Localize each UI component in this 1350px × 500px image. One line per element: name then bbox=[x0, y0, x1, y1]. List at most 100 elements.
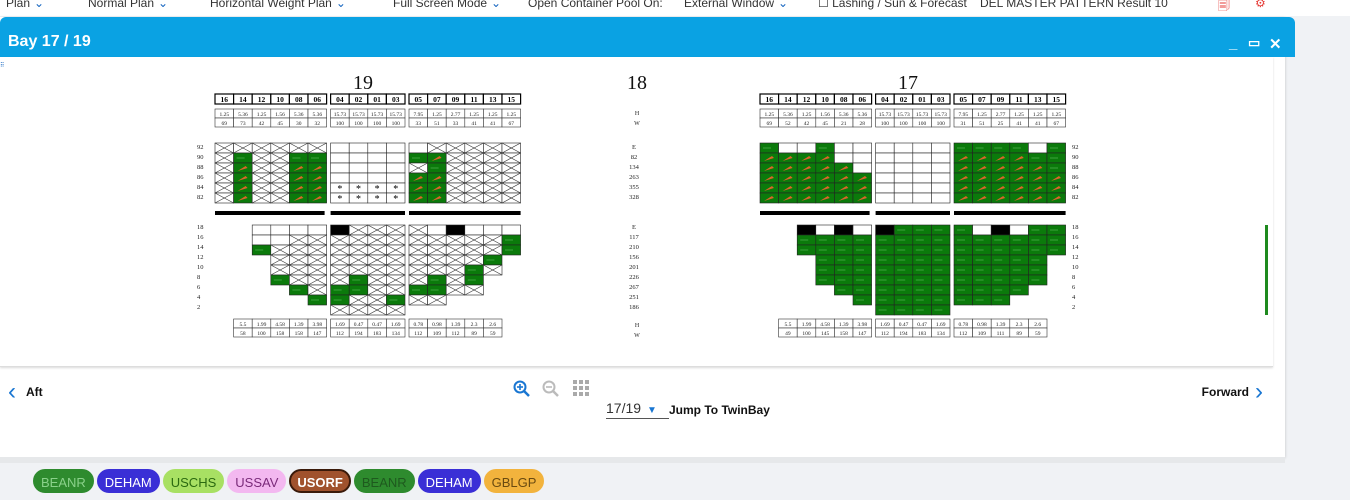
weight-plan-dropdown[interactable]: Horizontal Weight Plan ⌄ bbox=[210, 0, 346, 10]
slot-star: * bbox=[393, 194, 398, 205]
container-slot bbox=[367, 172, 387, 184]
container-slot bbox=[931, 182, 951, 194]
row-number: 12 bbox=[803, 95, 811, 104]
bottom-value: 5.5 bbox=[784, 322, 791, 328]
container-slot bbox=[348, 152, 369, 164]
container-slot bbox=[990, 224, 1011, 236]
row-number: 13 bbox=[489, 95, 497, 104]
row-number: 14 bbox=[239, 95, 247, 104]
tier-label: 84 bbox=[1072, 184, 1079, 191]
port-chip-usorf[interactable]: USORF bbox=[289, 469, 351, 493]
restore-icon[interactable]: ▭ bbox=[1248, 35, 1260, 51]
tier-label: 4 bbox=[197, 294, 201, 301]
hold-center-value: 267 bbox=[629, 284, 640, 291]
drag-handle-icon[interactable]: ⠿ bbox=[0, 62, 4, 69]
container-slot bbox=[270, 224, 290, 236]
jump-to-twinbay-button[interactable]: Jump To TwinBay bbox=[669, 403, 770, 417]
chevron-down-icon: ⌄ bbox=[491, 0, 502, 10]
row-value: 7.95 bbox=[958, 112, 968, 118]
deck-center-value: E bbox=[632, 144, 636, 151]
port-chip-gblgp[interactable]: GBLGP bbox=[483, 469, 545, 493]
tier-label: 84 bbox=[197, 184, 204, 191]
row-number: 01 bbox=[373, 95, 381, 104]
container-slot bbox=[251, 234, 272, 246]
port-chip-beanr[interactable]: BEANR bbox=[33, 469, 94, 493]
container-slot bbox=[875, 182, 895, 194]
row-value: 15.73 bbox=[935, 112, 948, 118]
row-value: 5.36 bbox=[312, 112, 322, 118]
row-count: 31 bbox=[961, 121, 967, 127]
bottom-value: 4.58 bbox=[820, 322, 830, 328]
bottom-value: 5.5 bbox=[239, 322, 246, 328]
row-value: 5.36 bbox=[857, 112, 867, 118]
settings-gear-icon[interactable]: ⚙ bbox=[1255, 0, 1266, 10]
slot-star: * bbox=[356, 194, 361, 205]
row-number: 05 bbox=[415, 95, 423, 104]
row-count: 69 bbox=[767, 121, 773, 127]
external-window-dropdown[interactable]: External Window ⌄ bbox=[684, 0, 788, 10]
forward-button[interactable]: Forward › bbox=[1202, 380, 1263, 404]
container-slot bbox=[834, 152, 854, 164]
hw-label: H bbox=[635, 323, 640, 329]
bottom-count: 158 bbox=[840, 331, 849, 337]
bottom-count: 59 bbox=[1035, 331, 1041, 337]
plan-dropdown[interactable]: Plan ⌄ bbox=[6, 0, 44, 10]
container-slot bbox=[834, 224, 854, 236]
hatch-cover bbox=[409, 211, 521, 215]
minimize-icon[interactable]: _ bbox=[1229, 35, 1237, 52]
grid-icon[interactable] bbox=[573, 380, 589, 401]
container-slot bbox=[348, 142, 369, 154]
bay-number-label: 19 bbox=[353, 72, 373, 94]
tier-label: 10 bbox=[1072, 264, 1079, 271]
row-value: 1.25 bbox=[506, 112, 516, 118]
delete-icon[interactable]: 🗐 bbox=[1218, 0, 1230, 16]
row-value: 5.36 bbox=[294, 112, 304, 118]
row-number: 03 bbox=[937, 95, 945, 104]
aft-label: Aft bbox=[26, 385, 43, 399]
row-value: 2.77 bbox=[451, 112, 461, 118]
row-number: 12 bbox=[258, 95, 266, 104]
bottom-value: 2.3 bbox=[471, 322, 478, 328]
container-slot bbox=[852, 142, 872, 154]
port-chip-ussav[interactable]: USSAV bbox=[227, 469, 287, 493]
port-legend: BEANR DEHAM USCHS USSAV USORF BEANR DEHAM GBLGP bbox=[33, 469, 545, 493]
container-slot bbox=[875, 192, 895, 204]
row-number: 07 bbox=[978, 95, 986, 104]
row-count: 51 bbox=[434, 121, 440, 127]
close-icon[interactable]: ✕ bbox=[1269, 35, 1282, 53]
row-count: 21 bbox=[841, 121, 847, 127]
row-count: 73 bbox=[240, 121, 246, 127]
zoom-in-icon[interactable] bbox=[513, 380, 531, 403]
container-slot bbox=[893, 152, 914, 164]
tier-label: 12 bbox=[197, 254, 204, 261]
normal-plan-dropdown[interactable]: Normal Plan ⌄ bbox=[88, 0, 168, 10]
bottom-value: 1.69 bbox=[880, 322, 890, 328]
row-number: 10 bbox=[276, 95, 284, 104]
container-slot bbox=[1009, 224, 1029, 236]
bottom-value: 1.69 bbox=[391, 322, 401, 328]
container-slot bbox=[483, 224, 503, 236]
bay-select-dropdown[interactable]: 17/19 ▼ bbox=[606, 400, 669, 419]
container-slot bbox=[893, 182, 914, 194]
container-slot bbox=[815, 224, 835, 236]
container-slot bbox=[386, 152, 406, 164]
row-value: 1.25 bbox=[469, 112, 479, 118]
zoom-out-icon[interactable] bbox=[542, 380, 560, 403]
port-chip-beanr[interactable]: BEANR bbox=[353, 469, 415, 493]
port-chip-deham[interactable]: DEHAM bbox=[96, 469, 160, 493]
scroll-indicator[interactable] bbox=[1265, 225, 1268, 315]
row-number: 06 bbox=[314, 95, 322, 104]
deck-center-value: 355 bbox=[629, 184, 639, 191]
port-chip-deham[interactable]: DEHAM bbox=[417, 469, 481, 493]
aft-button[interactable]: ‹ Aft bbox=[8, 380, 43, 404]
bottom-count: 112 bbox=[451, 331, 459, 337]
row-value: 1.25 bbox=[802, 112, 812, 118]
bottom-value: 0.98 bbox=[432, 322, 442, 328]
bottom-count: 147 bbox=[313, 331, 322, 337]
row-count: 32 bbox=[315, 121, 321, 127]
lashing-checkbox[interactable]: ☐ Lashing / Sun & Forecast bbox=[818, 0, 967, 10]
screen-mode-dropdown[interactable]: Full Screen Mode ⌄ bbox=[393, 0, 501, 10]
port-chip-uschs[interactable]: USCHS bbox=[162, 469, 225, 493]
bottom-value: 2.6 bbox=[1034, 322, 1041, 328]
hatch-cover bbox=[215, 211, 325, 215]
